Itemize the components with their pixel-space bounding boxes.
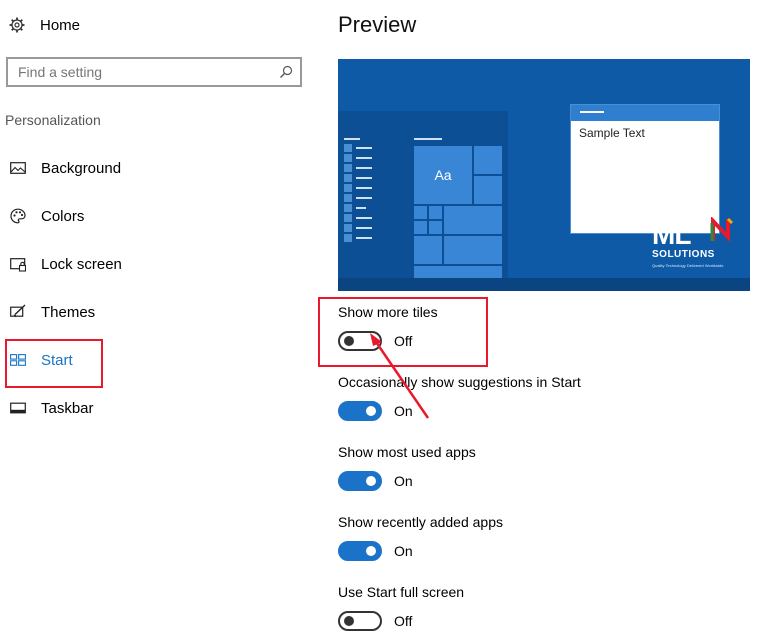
sidebar-item-themes[interactable]: Themes bbox=[10, 301, 95, 323]
setting-title: Show most used apps bbox=[338, 444, 476, 460]
page-title: Preview bbox=[338, 12, 417, 37]
toggle-full-screen[interactable] bbox=[338, 611, 382, 631]
setting-full-screen: Use Start full screen Off bbox=[338, 584, 464, 631]
picture-icon bbox=[10, 160, 26, 176]
sidebar-item-label: Colors bbox=[41, 207, 85, 225]
setting-title: Show recently added apps bbox=[338, 514, 503, 530]
toggle-most-used-apps[interactable] bbox=[338, 471, 382, 491]
sidebar-item-label: Background bbox=[41, 159, 122, 177]
logo-mark: ML bbox=[652, 219, 691, 250]
toggle-state: On bbox=[394, 473, 413, 489]
taskbar-icon bbox=[10, 400, 26, 416]
sidebar-item-colors[interactable]: Colors bbox=[10, 205, 84, 227]
search-input[interactable] bbox=[18, 64, 278, 80]
toggle-state: On bbox=[394, 543, 413, 559]
toggle-recently-added-apps[interactable] bbox=[338, 541, 382, 561]
setting-most-used-apps: Show most used apps On bbox=[338, 444, 476, 491]
highlight-box-start bbox=[5, 339, 103, 388]
watermark-logo: ML SOLUTIONS Quality Technology Delivere… bbox=[650, 217, 746, 271]
toggle-state: Off bbox=[394, 613, 413, 629]
setting-recently-added-apps: Show recently added apps On bbox=[338, 514, 503, 561]
annotation-arrow bbox=[370, 333, 430, 419]
section-heading: Personalization bbox=[5, 112, 101, 128]
preview-window: Sample Text bbox=[570, 104, 720, 234]
sidebar-item-taskbar[interactable]: Taskbar bbox=[10, 397, 94, 419]
setting-title: Use Start full screen bbox=[338, 584, 465, 600]
palette-icon bbox=[10, 208, 26, 224]
start-preview: Aa Sample Text ML SOLUTIONS Quality Tech… bbox=[338, 59, 750, 291]
preview-window-text: Sample Text bbox=[579, 126, 645, 140]
gear-icon bbox=[8, 16, 26, 34]
preview-tile-aa: Aa bbox=[414, 146, 472, 204]
sidebar-item-background[interactable]: Background bbox=[10, 157, 121, 179]
sidebar-item-label: Taskbar bbox=[41, 399, 94, 417]
search-icon[interactable] bbox=[278, 64, 294, 80]
lock-screen-icon bbox=[10, 256, 26, 272]
home-label: Home bbox=[40, 16, 81, 34]
preview-tiles: Aa bbox=[414, 146, 502, 278]
logo-tagline: Quality Technology Delivered Worldwide bbox=[652, 263, 724, 268]
sidebar-item-lock-screen[interactable]: Lock screen bbox=[10, 253, 122, 275]
sidebar-item-label: Themes bbox=[41, 303, 96, 321]
preview-taskbar bbox=[338, 278, 750, 291]
preview-start-menu: Aa bbox=[338, 111, 508, 278]
search-box[interactable] bbox=[6, 57, 302, 87]
logo-name: SOLUTIONS bbox=[652, 249, 715, 260]
home-link[interactable]: Home bbox=[8, 14, 80, 36]
brush-icon bbox=[10, 304, 26, 320]
sidebar-item-label: Lock screen bbox=[41, 255, 122, 273]
